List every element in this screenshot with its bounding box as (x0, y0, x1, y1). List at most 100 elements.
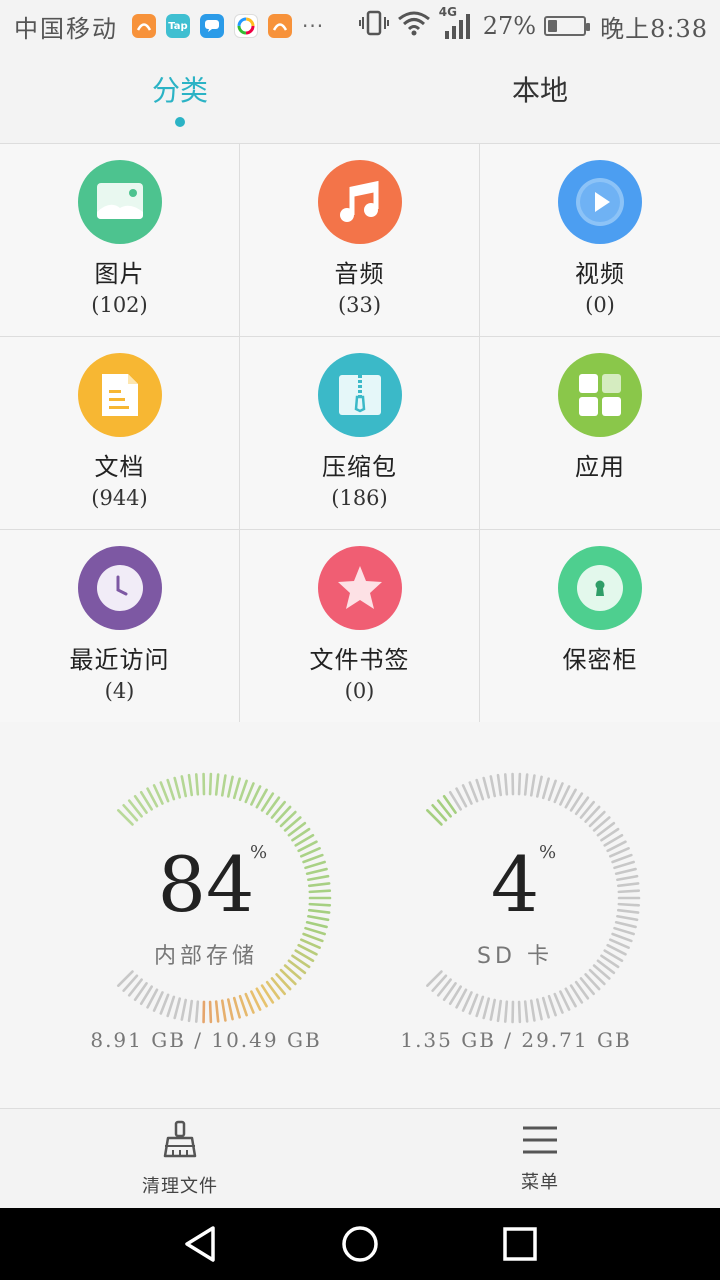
gauge-tick (541, 777, 550, 800)
category-recent[interactable]: 最近访问 (4) (0, 530, 240, 723)
more-notifications-icon: ··· (302, 14, 325, 38)
tab-label: 本地 (511, 73, 568, 107)
message-icon (200, 14, 224, 38)
vibrate-icon (358, 10, 389, 42)
gauge-tick (194, 1000, 200, 1023)
gauge-tick (541, 996, 550, 1019)
battery-percent: 27% (482, 12, 537, 40)
category-label: 最近访问 (69, 646, 170, 674)
wifi-icon (397, 10, 431, 42)
internal-storage-percent: 84 (157, 840, 255, 929)
gauge-tick (208, 772, 213, 796)
gauge-tick (553, 992, 564, 1014)
internal-storage-label: 内部存储 (153, 944, 258, 969)
category-audio[interactable]: 音频 (33) (240, 144, 480, 337)
gauge-tick (547, 994, 557, 1017)
category-count: (0) (585, 293, 615, 317)
gauge-tick (523, 773, 529, 796)
percent-sign: % (250, 842, 268, 863)
category-label: 压缩包 (322, 453, 397, 481)
gauge-tick (244, 782, 255, 804)
document-icon (77, 353, 162, 437)
gauge-tick (238, 994, 248, 1017)
sd-storage-label: SD 卡 (477, 944, 553, 969)
lock-icon (558, 546, 642, 630)
clean-files-button[interactable]: 清理文件 (0, 1109, 360, 1208)
video-icon (558, 160, 642, 244)
category-label: 音频 (334, 260, 385, 288)
back-button[interactable] (170, 1214, 230, 1274)
gauge-tick (226, 775, 234, 798)
uc-browser-icon (268, 14, 292, 38)
category-documents[interactable]: 文档 (944) (0, 337, 240, 530)
tab-bar: 分类 本地 (0, 52, 720, 144)
taptap-icon: Tap (166, 14, 190, 38)
clock-icon (77, 546, 162, 630)
gauge-tick (468, 781, 479, 803)
gauge-tick (475, 995, 485, 1018)
tab-local[interactable]: 本地 (360, 52, 720, 143)
tab-category[interactable]: 分类 (0, 52, 360, 143)
gauge-tick (482, 997, 491, 1020)
category-vault[interactable]: 保密柜 (480, 530, 720, 723)
gauge-tick (194, 773, 200, 796)
gauge-tick (244, 992, 255, 1014)
category-count: (186) (331, 486, 388, 510)
clock: 晚上8:38 (600, 14, 708, 43)
gauge-tick (496, 999, 503, 1023)
category-images[interactable]: 图片 (102) (0, 144, 240, 337)
gauge-tick (180, 775, 188, 798)
gauge-tick (187, 773, 194, 797)
battery-level (548, 20, 558, 32)
category-label: 文档 (94, 453, 145, 481)
category-apps[interactable]: 应用 (480, 337, 720, 530)
internal-storage-gauge[interactable]: 84 % 内部存储 (76, 768, 336, 1028)
category-video[interactable]: 视频 (0) (480, 144, 720, 337)
category-count: (0) (344, 679, 375, 703)
gauge-tick (529, 999, 536, 1022)
recents-button[interactable] (490, 1214, 550, 1274)
gauge-tick (535, 998, 543, 1021)
music-icon (317, 160, 402, 244)
gauge-tick (238, 779, 248, 802)
clean-files-label: 清理文件 (142, 1175, 218, 1197)
menu-button[interactable]: 菜单 (360, 1109, 720, 1208)
gauge-tick (159, 993, 170, 1015)
sd-storage-capacity: 1.35 GB / 29.71 GB (400, 1028, 632, 1052)
gauge-tick (468, 993, 479, 1015)
network-type: 4G (438, 5, 457, 19)
category-count: (4) (104, 679, 135, 703)
recents-icon (503, 1227, 537, 1261)
gauge-tick (166, 995, 176, 1018)
gauge-tick (475, 778, 485, 801)
home-button[interactable] (330, 1214, 390, 1274)
category-label: 图片 (94, 260, 145, 288)
apps-icon (558, 353, 642, 437)
category-label: 文件书签 (309, 646, 410, 674)
gauge-tick (517, 772, 522, 796)
carrier-name: 中国移动 (14, 14, 118, 43)
signal-icon: 4G (439, 5, 475, 41)
category-bookmarks[interactable]: 文件书签 (0) (240, 530, 480, 723)
gauge-tick (489, 775, 497, 798)
gauge-tick (173, 997, 182, 1020)
home-icon (342, 1226, 378, 1262)
category-label: 保密柜 (562, 646, 638, 674)
gauge-tick (226, 998, 234, 1021)
category-count: (944) (91, 486, 148, 510)
zip-icon (317, 353, 402, 437)
gauge-tick (503, 773, 509, 796)
broom-icon (162, 1120, 198, 1164)
gauge-tick (214, 1000, 220, 1023)
gauge-tick (220, 999, 227, 1022)
menu-icon (522, 1124, 558, 1160)
sd-storage-gauge[interactable]: 4 % SD 卡 (385, 768, 645, 1028)
gauge-tick (187, 999, 194, 1023)
storage-section: 84 % 内部存储 8.91 GB / 10.49 GB 4 % SD 卡 1.… (0, 722, 720, 1108)
star-icon (317, 546, 402, 630)
category-archives[interactable]: 压缩包 (186) (240, 337, 480, 530)
gauge-tick (503, 1000, 509, 1023)
internal-storage-capacity: 8.91 GB / 10.49 GB (90, 1028, 322, 1052)
tab-label: 分类 (151, 73, 208, 107)
gauge-tick (517, 1000, 522, 1024)
